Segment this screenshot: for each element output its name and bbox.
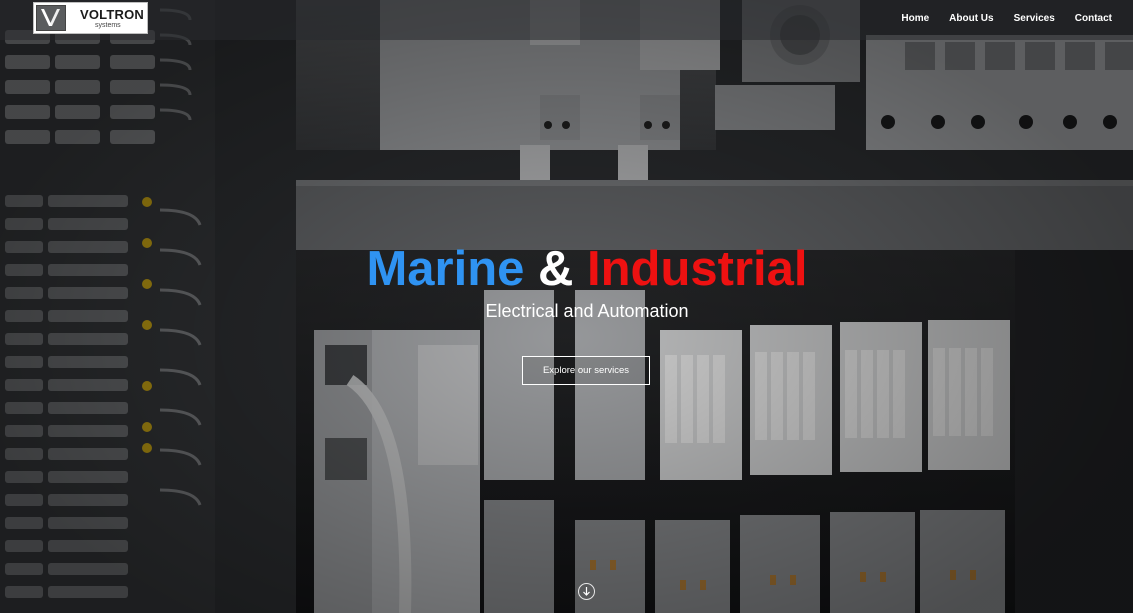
brand-name: VOLTRON: [80, 7, 144, 22]
hero-title-ampersand: &: [538, 242, 574, 296]
top-navbar: VOLTRON systems Home About Us Services C…: [0, 0, 1133, 40]
main-nav: Home About Us Services Contact: [890, 12, 1121, 26]
hero-subtitle: Electrical and Automation: [485, 301, 689, 321]
nav-home[interactable]: Home: [890, 12, 938, 26]
brand-logo[interactable]: VOLTRON systems: [33, 2, 148, 34]
arrow-down-icon: [583, 587, 590, 596]
hero-title-industrial: Industrial: [587, 242, 808, 296]
scroll-down-button[interactable]: [578, 583, 595, 600]
explore-services-button[interactable]: Explore our services: [522, 356, 650, 385]
hero-title-marine: Marine: [366, 242, 525, 296]
nav-about-us[interactable]: About Us: [938, 12, 1002, 26]
brand-tagline: systems: [95, 22, 121, 29]
hero-title: Marine & Industrial: [0, 241, 1133, 297]
nav-services[interactable]: Services: [1003, 12, 1064, 26]
v-logo-icon: [36, 5, 66, 31]
page: VOLTRON systems Home About Us Services C…: [0, 0, 1133, 613]
nav-contact[interactable]: Contact: [1064, 12, 1121, 26]
